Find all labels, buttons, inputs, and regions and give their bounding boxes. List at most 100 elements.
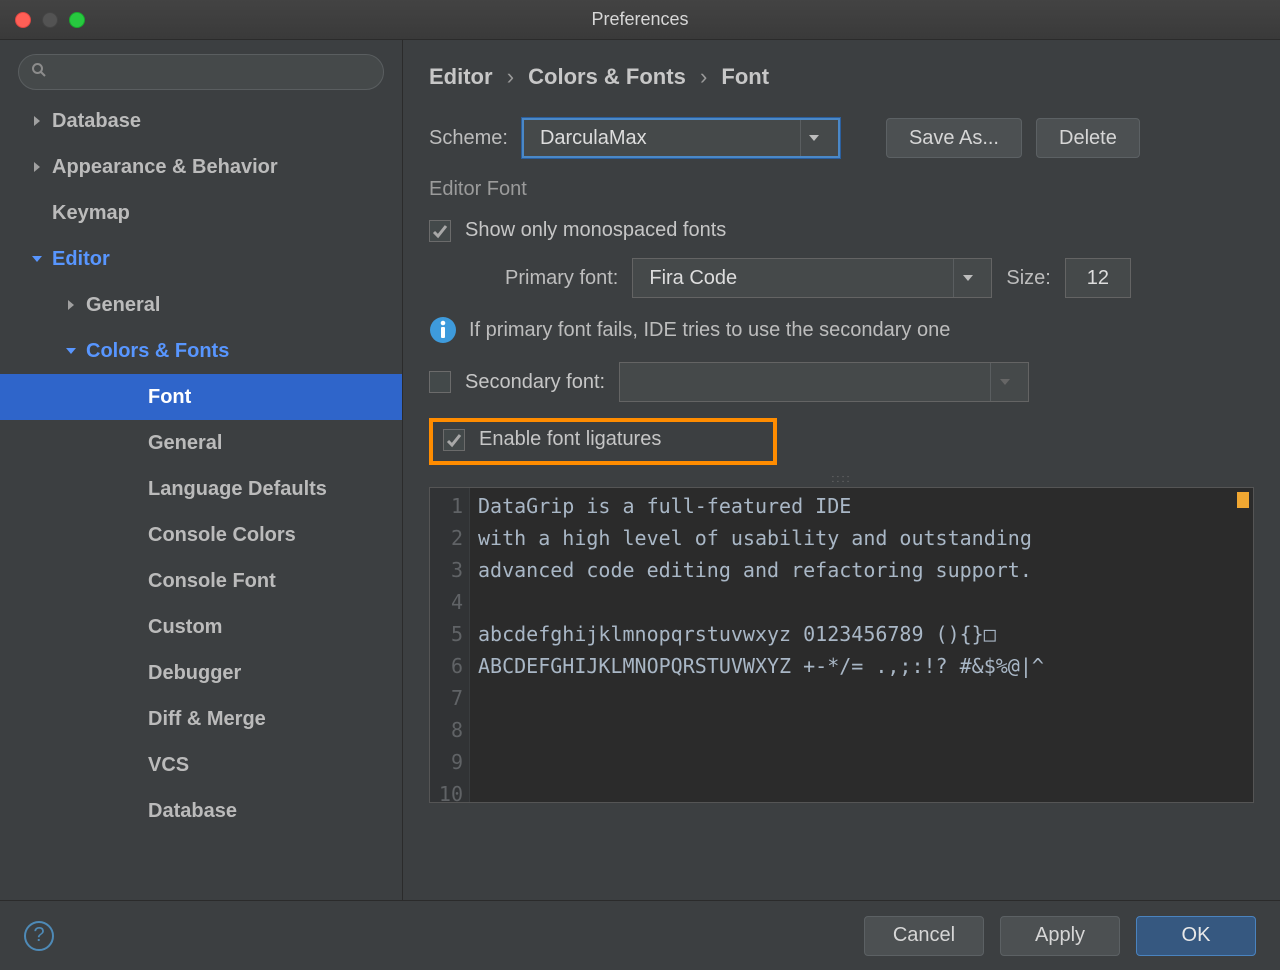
tree-item-label: Editor	[52, 248, 110, 271]
mono-only-checkbox[interactable]: Show only monospaced fonts	[429, 219, 726, 242]
content-pane: Editor › Colors & Fonts › Font Scheme: D…	[403, 40, 1280, 900]
tree-item[interactable]: Database	[0, 98, 402, 144]
scheme-row: Scheme: DarculaMax Save As... Delete	[429, 118, 1254, 158]
resize-grip-icon[interactable]: ::::	[429, 473, 1254, 487]
code-line: with a high level of usability and outst…	[478, 522, 1044, 554]
titlebar: Preferences	[0, 0, 1280, 40]
tree-item[interactable]: Console Colors	[0, 512, 402, 558]
chevron-down-icon	[953, 259, 981, 297]
window-traffic-lights	[15, 12, 85, 28]
chevron-right-icon	[62, 299, 80, 311]
tree-item-label: Console Colors	[148, 524, 296, 547]
secondary-font-dropdown[interactable]	[619, 362, 1029, 402]
line-number: 5	[430, 618, 463, 650]
line-number: 10	[430, 778, 463, 803]
tree-item[interactable]: Debugger	[0, 650, 402, 696]
code-line: abcdefghijklmnopqrstuvwxyz 0123456789 ()…	[478, 618, 1044, 650]
tree-item-label: Custom	[148, 616, 222, 639]
secondary-note-row: If primary font fails, IDE tries to use …	[429, 316, 1254, 344]
code-line	[478, 682, 1044, 714]
tree-item[interactable]: Diff & Merge	[0, 696, 402, 742]
secondary-font-checkbox[interactable]: Secondary font:	[429, 371, 605, 394]
minimize-window-button[interactable]	[42, 12, 58, 28]
secondary-font-row: Secondary font:	[429, 362, 1254, 402]
search-wrap	[0, 40, 402, 98]
code-line: ABCDEFGHIJKLMNOPQRSTUVWXYZ +-*/= .,;:!? …	[478, 650, 1044, 682]
tree-item-label: VCS	[148, 754, 189, 777]
cancel-button[interactable]: Cancel	[864, 916, 984, 956]
enable-ligatures-label: Enable font ligatures	[479, 428, 661, 451]
font-size-input[interactable]	[1065, 258, 1131, 298]
code-line	[478, 586, 1044, 618]
line-number: 6	[430, 650, 463, 682]
breadcrumb: Editor › Colors & Fonts › Font	[429, 64, 1254, 90]
line-number: 1	[430, 490, 463, 522]
chevron-down-icon	[800, 120, 828, 156]
tree-item-label: Language Defaults	[148, 478, 327, 501]
tree-item-label: Diff & Merge	[148, 708, 266, 731]
font-preview-editor[interactable]: 12345678910 DataGrip is a full-featured …	[429, 487, 1254, 803]
mono-only-label: Show only monospaced fonts	[465, 219, 726, 242]
save-as-button[interactable]: Save As...	[886, 118, 1022, 158]
search-box[interactable]	[18, 54, 384, 90]
chevron-right-icon	[28, 161, 46, 173]
search-icon	[31, 62, 47, 83]
primary-font-value: Fira Code	[643, 267, 945, 290]
code-preview: DataGrip is a full-featured IDEwith a hi…	[470, 488, 1052, 802]
checkbox-icon	[429, 371, 451, 393]
body-split: DatabaseAppearance & BehaviorKeymapEdito…	[0, 40, 1280, 900]
tree-item[interactable]: Colors & Fonts	[0, 328, 402, 374]
close-window-button[interactable]	[15, 12, 31, 28]
size-label: Size:	[1006, 267, 1050, 290]
enable-ligatures-checkbox[interactable]: Enable font ligatures	[443, 428, 661, 451]
gutter: 12345678910	[430, 488, 470, 802]
chevron-right-icon	[28, 115, 46, 127]
chevron-down-icon	[28, 253, 46, 265]
help-button[interactable]: ?	[24, 921, 54, 951]
secondary-font-label: Secondary font:	[465, 371, 605, 394]
delete-button[interactable]: Delete	[1036, 118, 1140, 158]
scheme-label: Scheme:	[429, 127, 508, 150]
chevron-right-icon: ›	[700, 64, 707, 89]
checkbox-icon	[443, 429, 465, 451]
line-number: 9	[430, 746, 463, 778]
chevron-right-icon: ›	[507, 64, 514, 89]
tree-item[interactable]: General	[0, 282, 402, 328]
tree-item-label: Database	[52, 110, 141, 133]
tree-item-label: Console Font	[148, 570, 276, 593]
tree-item[interactable]: General	[0, 420, 402, 466]
tree-item[interactable]: Language Defaults	[0, 466, 402, 512]
tree-item[interactable]: Console Font	[0, 558, 402, 604]
tree-item[interactable]: Editor	[0, 236, 402, 282]
apply-button[interactable]: Apply	[1000, 916, 1120, 956]
breadcrumb-item[interactable]: Colors & Fonts	[528, 64, 686, 89]
tree-item[interactable]: Keymap	[0, 190, 402, 236]
code-line: DataGrip is a full-featured IDE	[478, 490, 1044, 522]
tree-item-label: General	[86, 294, 160, 317]
tree-item-label: Colors & Fonts	[86, 340, 229, 363]
code-line: advanced code editing and refactoring su…	[478, 554, 1044, 586]
search-input[interactable]	[53, 63, 371, 81]
ligatures-highlight: Enable font ligatures	[429, 418, 777, 465]
tree-item[interactable]: Font	[0, 374, 402, 420]
tree-item-label: Font	[148, 386, 191, 409]
mono-only-row: Show only monospaced fonts	[429, 219, 1254, 242]
ok-button[interactable]: OK	[1136, 916, 1256, 956]
tree-item-label: Debugger	[148, 662, 241, 685]
line-number: 4	[430, 586, 463, 618]
tree-item[interactable]: Appearance & Behavior	[0, 144, 402, 190]
tree-item[interactable]: Database	[0, 788, 402, 834]
primary-font-row: Primary font: Fira Code Size:	[429, 258, 1254, 298]
tree-item[interactable]: Custom	[0, 604, 402, 650]
breadcrumb-item[interactable]: Editor	[429, 64, 493, 89]
line-number: 3	[430, 554, 463, 586]
scheme-value: DarculaMax	[534, 127, 792, 150]
secondary-note-text: If primary font fails, IDE tries to use …	[469, 319, 950, 342]
tree-item[interactable]: VCS	[0, 742, 402, 788]
editor-font-section-title: Editor Font	[429, 178, 1254, 201]
zoom-window-button[interactable]	[69, 12, 85, 28]
breadcrumb-item: Font	[721, 64, 769, 89]
scheme-dropdown[interactable]: DarculaMax	[522, 118, 840, 158]
sidebar: Database Appearance & BehaviorKeymap Edito…	[0, 40, 403, 900]
primary-font-dropdown[interactable]: Fira Code	[632, 258, 992, 298]
